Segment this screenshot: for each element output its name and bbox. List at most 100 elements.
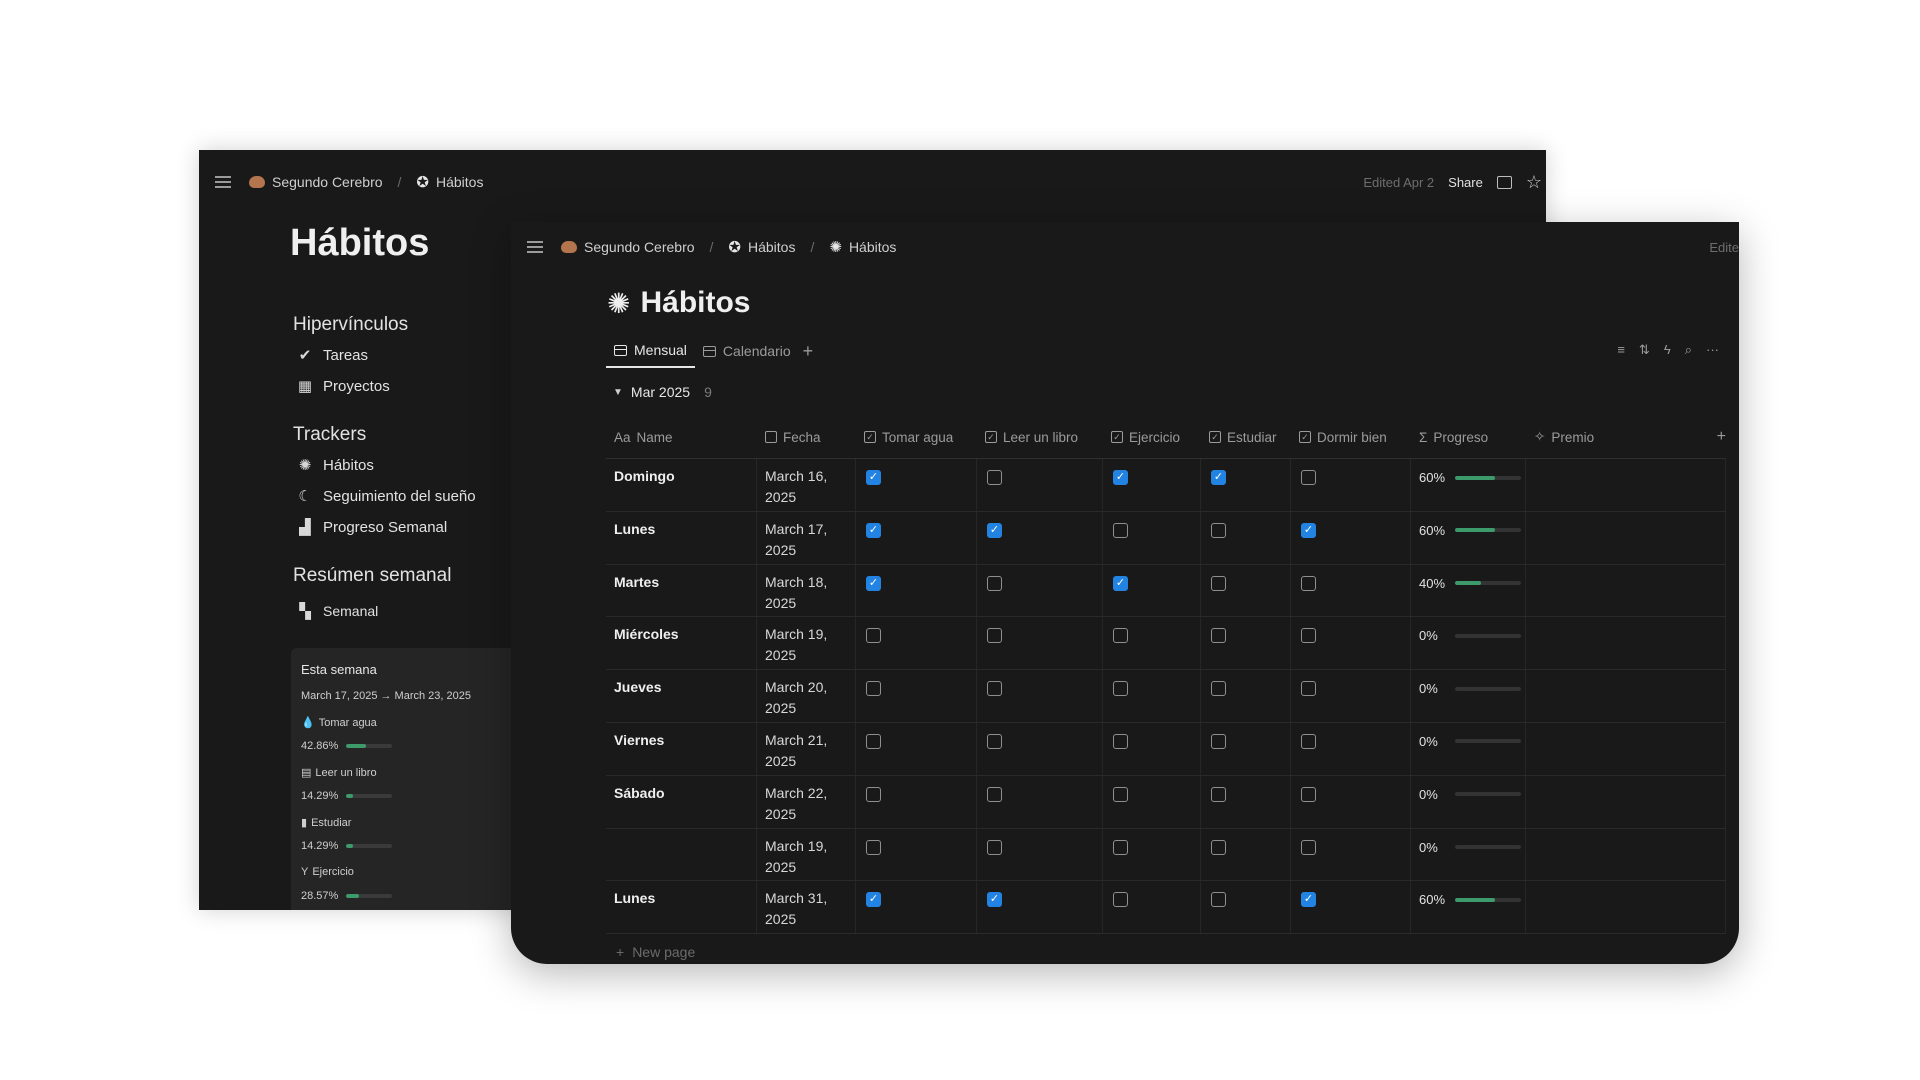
row-name[interactable]: Miércoles (606, 617, 757, 670)
cell-premio[interactable] (1526, 564, 1726, 617)
checkbox-dormir-bien[interactable] (1301, 575, 1316, 591)
checkbox-dormir-bien[interactable] (1301, 470, 1316, 485)
column-progreso[interactable]: Σ Progreso (1411, 416, 1526, 458)
cell-premio[interactable] (1526, 670, 1726, 722)
row-name[interactable]: Sábado (606, 775, 757, 828)
row-name[interactable]: Domingo (606, 459, 757, 511)
row-name[interactable]: Martes (606, 564, 757, 617)
checkbox-ejercicio[interactable] (1113, 681, 1128, 697)
checkbox-ejercicio[interactable] (1113, 733, 1128, 749)
checkbox-dormir-bien[interactable] (1301, 839, 1316, 855)
checkbox-tomar-agua[interactable]: ✓ (866, 575, 881, 591)
checkbox-dormir-bien[interactable] (1301, 733, 1316, 749)
breadcrumb-item[interactable]: Segundo Cerebro (272, 174, 383, 190)
checkbox-estudiar[interactable] (1211, 575, 1226, 591)
checkbox-leer-libro[interactable] (987, 628, 1002, 644)
tab-mensual[interactable]: Mensual (606, 334, 695, 368)
cell-premio[interactable] (1526, 617, 1726, 670)
checkbox-tomar-agua[interactable] (866, 681, 881, 697)
column-dormir-bien[interactable]: ✓ Dormir bien (1291, 416, 1411, 458)
column-premio[interactable]: ✧ Premio (1526, 416, 1726, 458)
cell-premio[interactable] (1526, 775, 1726, 828)
add-view-icon[interactable]: + (803, 341, 814, 362)
checkbox-estudiar[interactable] (1211, 681, 1226, 697)
cell-premio[interactable] (1526, 459, 1726, 511)
cell-premio[interactable] (1526, 722, 1726, 775)
table-row[interactable]: Viernes March 21, 2025 0% (606, 722, 1726, 776)
checkbox-ejercicio[interactable] (1113, 892, 1128, 908)
checkbox-leer-libro[interactable] (987, 733, 1002, 749)
row-date[interactable]: March 19, 2025 (757, 617, 856, 670)
checkbox-leer-libro[interactable] (987, 470, 1002, 485)
breadcrumb-item[interactable]: Segundo Cerebro (584, 239, 695, 255)
breadcrumb-item[interactable]: Hábitos (436, 174, 483, 190)
table-row[interactable]: Miércoles March 19, 2025 0% (606, 617, 1726, 671)
column-leer-libro[interactable]: ✓ Leer un libro (977, 416, 1103, 458)
automation-icon[interactable]: ϟ (1664, 342, 1671, 358)
row-date[interactable]: March 20, 2025 (757, 670, 856, 722)
checkbox-leer-libro[interactable] (987, 786, 1002, 802)
table-row[interactable]: Lunes March 31, 2025 ✓ ✓ ✓ 60% (606, 881, 1726, 935)
breadcrumb-item[interactable]: Hábitos (849, 239, 896, 255)
link-semanal[interactable]: ▚ Semanal (295, 602, 378, 620)
row-name[interactable]: Jueves (606, 670, 757, 722)
checkbox-tomar-agua[interactable]: ✓ (866, 470, 881, 485)
table-row[interactable]: Lunes March 17, 2025 ✓ ✓ ✓ 60% (606, 511, 1726, 565)
table-row[interactable]: Martes March 18, 2025 ✓ ✓ 40% (606, 564, 1726, 618)
table-row[interactable]: Sábado March 22, 2025 0% (606, 775, 1726, 829)
checkbox-leer-libro[interactable] (987, 681, 1002, 697)
menu-icon[interactable] (215, 176, 231, 188)
column-fecha[interactable]: Fecha (757, 416, 856, 458)
row-date[interactable]: March 18, 2025 (757, 564, 856, 617)
row-name[interactable] (606, 828, 757, 881)
checkbox-dormir-bien[interactable] (1301, 786, 1316, 802)
checkbox-tomar-agua[interactable]: ✓ (866, 892, 881, 908)
row-date[interactable]: March 16, 2025 (757, 459, 856, 511)
table-row[interactable]: Jueves March 20, 2025 0% (606, 670, 1726, 723)
link-proyectos[interactable]: ▦ Proyectos (295, 377, 390, 396)
share-button[interactable]: Share (1448, 175, 1483, 190)
new-page-button[interactable]: + New page (606, 934, 1726, 964)
link-habitos[interactable]: ✺ Hábitos (295, 456, 374, 475)
checkbox-ejercicio[interactable] (1113, 839, 1128, 855)
row-name[interactable]: Lunes (606, 511, 757, 564)
checkbox-tomar-agua[interactable]: ✓ (866, 522, 881, 538)
link-progreso[interactable]: ▟ Progreso Semanal (295, 518, 447, 537)
link-sueno[interactable]: ☾ Seguimiento del sueño (295, 487, 475, 506)
row-date[interactable]: March 21, 2025 (757, 722, 856, 775)
row-date[interactable]: March 19, 2025 (757, 828, 856, 881)
star-icon[interactable]: ☆ (1526, 172, 1542, 193)
row-date[interactable]: March 31, 2025 (757, 881, 856, 934)
checkbox-dormir-bien[interactable]: ✓ (1301, 892, 1316, 908)
checkbox-tomar-agua[interactable] (866, 733, 881, 749)
checkbox-estudiar[interactable] (1211, 628, 1226, 644)
filter-icon[interactable]: ≡ (1617, 342, 1625, 358)
row-name[interactable]: Viernes (606, 722, 757, 775)
checkbox-ejercicio[interactable]: ✓ (1113, 470, 1128, 485)
checkbox-leer-libro[interactable] (987, 839, 1002, 855)
checkbox-estudiar[interactable] (1211, 892, 1226, 908)
checkbox-dormir-bien[interactable] (1301, 681, 1316, 697)
checkbox-leer-libro[interactable] (987, 575, 1002, 591)
menu-icon[interactable] (527, 241, 543, 253)
table-row[interactable]: March 19, 2025 0% (606, 828, 1726, 882)
cell-premio[interactable] (1526, 511, 1726, 564)
checkbox-leer-libro[interactable]: ✓ (987, 892, 1002, 908)
row-name[interactable]: Lunes (606, 881, 757, 934)
cell-premio[interactable] (1526, 881, 1726, 934)
checkbox-estudiar[interactable]: ✓ (1211, 470, 1226, 485)
column-ejercicio[interactable]: ✓ Ejercicio (1103, 416, 1201, 458)
checkbox-ejercicio[interactable]: ✓ (1113, 575, 1128, 591)
checkbox-ejercicio[interactable] (1113, 786, 1128, 802)
sort-icon[interactable]: ⇅ (1639, 342, 1650, 358)
checkbox-dormir-bien[interactable] (1301, 628, 1316, 644)
checkbox-estudiar[interactable] (1211, 733, 1226, 749)
checkbox-dormir-bien[interactable]: ✓ (1301, 522, 1316, 538)
row-date[interactable]: March 22, 2025 (757, 775, 856, 828)
table-row[interactable]: Domingo March 16, 2025 ✓ ✓ ✓ 60% (606, 459, 1726, 512)
row-date[interactable]: March 17, 2025 (757, 511, 856, 564)
checkbox-tomar-agua[interactable] (866, 786, 881, 802)
add-column-icon[interactable]: + (1717, 428, 1726, 446)
checkbox-tomar-agua[interactable] (866, 628, 881, 644)
checkbox-ejercicio[interactable] (1113, 522, 1128, 538)
